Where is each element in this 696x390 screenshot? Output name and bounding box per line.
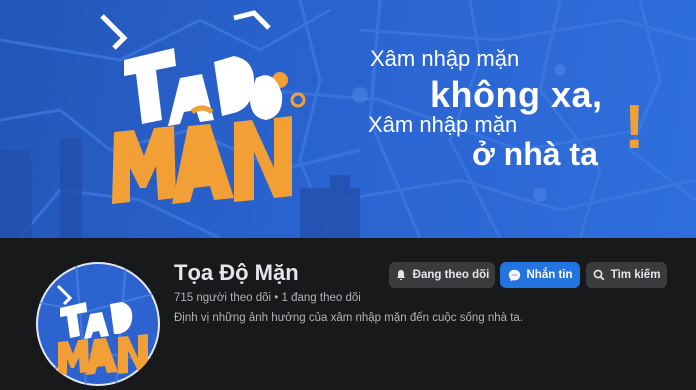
slogan-line-4: ở nhà ta	[472, 136, 598, 172]
cover-logo	[100, 10, 306, 204]
avatar-logo	[36, 262, 160, 386]
message-label: Nhắn tin	[526, 269, 573, 281]
slogan-line-1: Xâm nhập mặn	[370, 46, 520, 71]
bell-icon	[395, 269, 407, 281]
search-label: Tìm kiếm	[610, 269, 661, 281]
search-button[interactable]: Tìm kiếm	[586, 262, 667, 288]
following-label: Đang theo dõi	[412, 269, 490, 281]
message-button[interactable]: Nhắn tin	[500, 262, 580, 288]
page-title: Tọa Độ Mặn	[174, 260, 299, 285]
messenger-icon	[508, 269, 521, 282]
slogan-line-3: Xâm nhập mặn	[368, 112, 518, 137]
avatar[interactable]	[36, 262, 160, 386]
search-icon	[593, 269, 605, 281]
slogan-line-2: không xa,	[430, 74, 603, 115]
avatar-frame[interactable]	[32, 258, 164, 390]
slogan-exclamation: !	[624, 93, 645, 162]
cover-photo[interactable]: Xâm nhập mặn không xa, Xâm nhập mặn ở nh…	[0, 0, 696, 238]
following-button[interactable]: Đang theo dõi	[389, 262, 495, 288]
profile-header: Tọa Độ Mặn 715 người theo dõi • 1 đang t…	[0, 238, 696, 390]
page-bio: Định vị những ảnh hưởng của xâm nhập mặn…	[174, 312, 523, 324]
cover-slogan: Xâm nhập mặn không xa, Xâm nhập mặn ở nh…	[340, 0, 670, 238]
follower-stats[interactable]: 715 người theo dõi • 1 đang theo dõi	[174, 292, 361, 304]
